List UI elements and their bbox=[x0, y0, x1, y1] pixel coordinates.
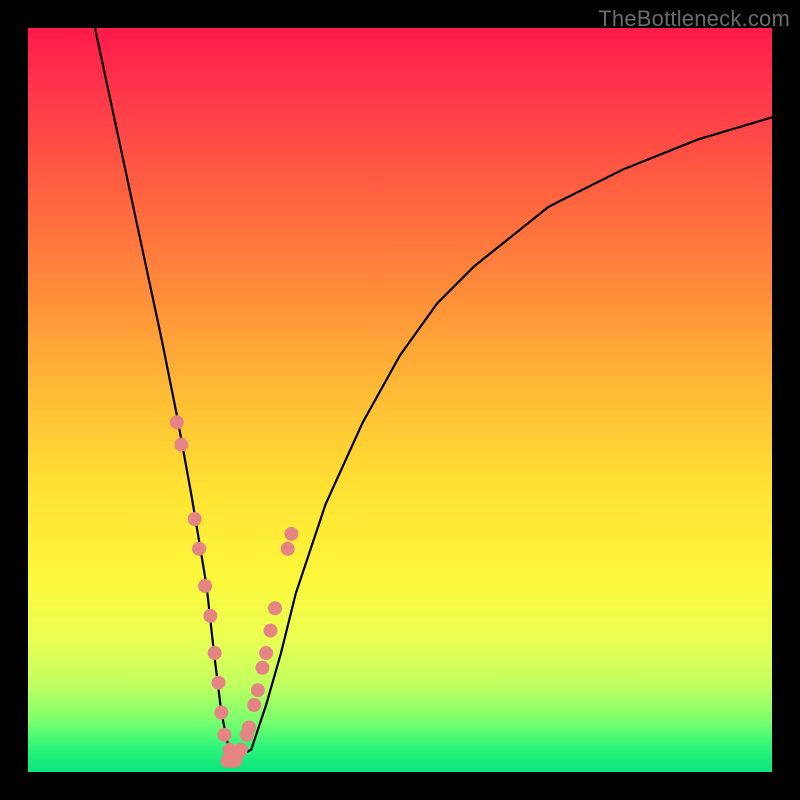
watermark-text: TheBottleneck.com bbox=[598, 6, 790, 32]
chart-frame: TheBottleneck.com bbox=[0, 0, 800, 800]
data-marker bbox=[251, 683, 265, 697]
data-marker bbox=[259, 646, 273, 660]
plot-gradient-area bbox=[28, 28, 772, 772]
data-marker bbox=[192, 542, 206, 556]
chart-svg bbox=[28, 28, 772, 772]
data-marker bbox=[264, 624, 278, 638]
data-marker bbox=[217, 728, 231, 742]
data-marker bbox=[247, 698, 261, 712]
data-marker bbox=[170, 415, 184, 429]
data-marker bbox=[228, 754, 242, 768]
data-marker bbox=[255, 661, 269, 675]
data-marker bbox=[212, 676, 226, 690]
data-marker bbox=[174, 438, 188, 452]
data-marker bbox=[242, 720, 256, 734]
data-marker bbox=[214, 706, 228, 720]
bottleneck-curve bbox=[95, 28, 772, 757]
data-marker bbox=[268, 601, 282, 615]
data-marker bbox=[188, 512, 202, 526]
data-marker bbox=[198, 579, 212, 593]
data-marker bbox=[284, 527, 298, 541]
data-marker bbox=[203, 609, 217, 623]
data-marker bbox=[208, 646, 222, 660]
data-marker bbox=[281, 542, 295, 556]
scatter-markers bbox=[170, 415, 299, 768]
